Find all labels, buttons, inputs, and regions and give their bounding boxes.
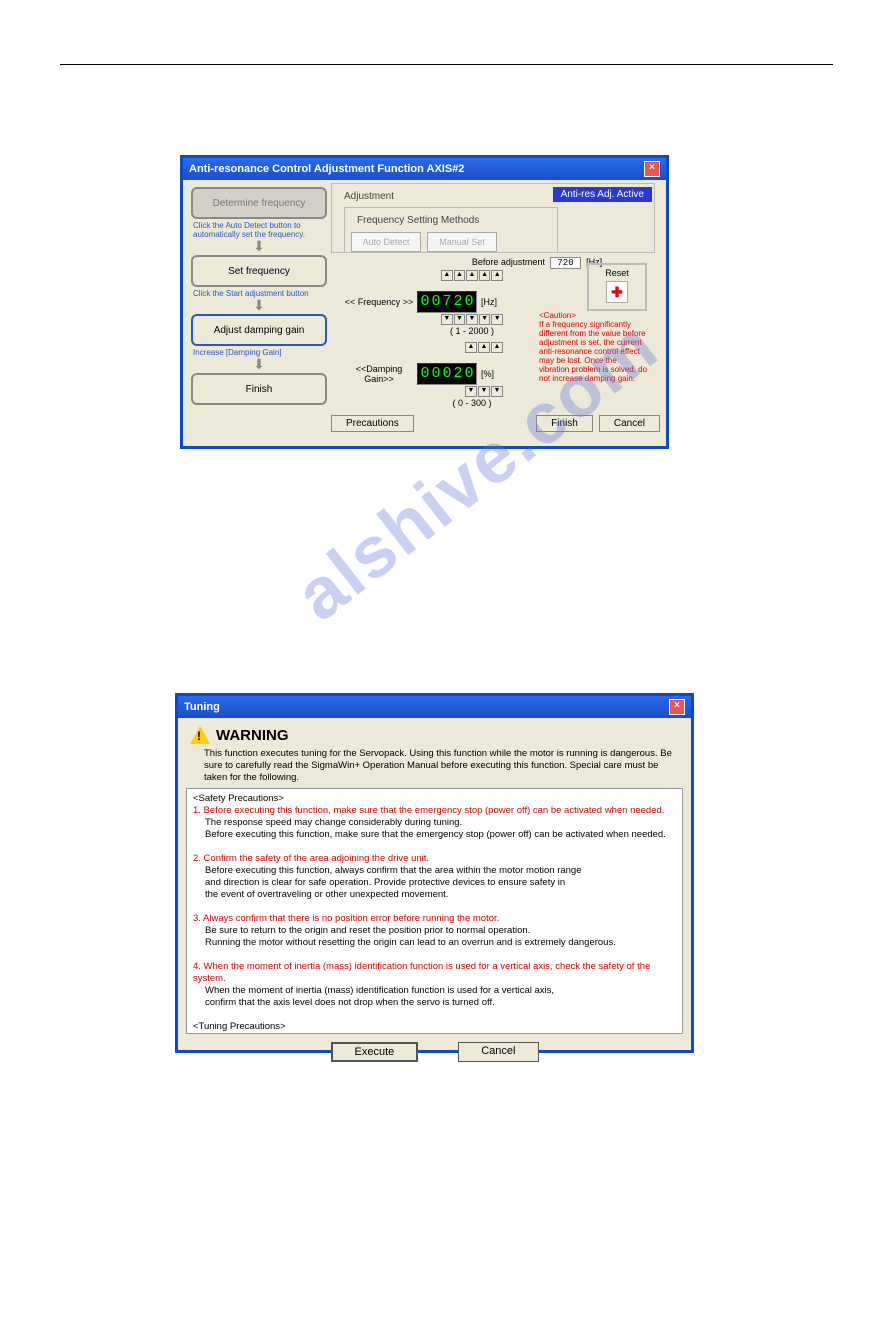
fsm-label: Frequency Setting Methods	[355, 215, 481, 226]
step-finish[interactable]: Finish	[191, 373, 327, 405]
frequency-unit: [Hz]	[481, 297, 497, 307]
damp-up[interactable]: ▲	[491, 342, 503, 353]
window-title: Tuning	[184, 701, 220, 713]
before-value: 720	[550, 257, 580, 269]
caution-text: <Caution> If a frequency significantly d…	[539, 311, 649, 383]
freq-up[interactable]: ▲	[466, 270, 478, 281]
finish-button[interactable]: Finish	[536, 415, 593, 432]
cancel-button[interactable]: Cancel	[458, 1042, 538, 1062]
damping-label: <<Damping Gain>>	[341, 364, 417, 384]
tuning-dialog: Tuning × WARNING This function executes …	[175, 693, 694, 1053]
status-badge: Anti-res Adj. Active	[553, 187, 652, 202]
warning-intro: This function executes tuning for the Se…	[204, 748, 673, 784]
frequency-label: << Frequency >>	[341, 297, 417, 307]
freq-up[interactable]: ▲	[479, 270, 491, 281]
close-icon[interactable]: ×	[644, 161, 660, 177]
damp-down[interactable]: ▼	[478, 386, 490, 397]
close-icon[interactable]: ×	[669, 699, 685, 715]
frequency-range: ( 1 - 2000 )	[441, 326, 503, 336]
arrow-down-icon: ⬇	[191, 300, 327, 310]
reset-button[interactable]: Reset ✚	[587, 263, 647, 311]
arrow-down-icon: ⬇	[191, 241, 327, 251]
manual-set-button[interactable]: Manual Set	[427, 232, 497, 252]
warning-icon	[190, 726, 210, 744]
warning-title: WARNING	[216, 727, 289, 744]
titlebar[interactable]: Anti-resonance Control Adjustment Functi…	[183, 158, 666, 180]
step-adjust-damping[interactable]: Adjust damping gain	[191, 314, 327, 346]
damping-display: 00020	[417, 363, 477, 385]
damping-range: ( 0 - 300 )	[441, 398, 503, 408]
damp-up[interactable]: ▲	[478, 342, 490, 353]
adjustment-group-label: Adjustment	[342, 191, 396, 202]
freq-up[interactable]: ▲	[491, 270, 503, 281]
freq-down[interactable]: ▼	[441, 314, 453, 325]
cancel-button[interactable]: Cancel	[599, 415, 660, 432]
precautions-button[interactable]: Precautions	[331, 415, 414, 432]
wizard-steps: Determine frequency Click the Auto Detec…	[191, 183, 327, 405]
damping-unit: [%]	[481, 369, 494, 379]
freq-down[interactable]: ▼	[491, 314, 503, 325]
window-title: Anti-resonance Control Adjustment Functi…	[189, 163, 464, 175]
step-set-frequency[interactable]: Set frequency	[191, 255, 327, 287]
anti-resonance-dialog: Anti-resonance Control Adjustment Functi…	[180, 155, 669, 449]
damp-down[interactable]: ▼	[491, 386, 503, 397]
freq-down[interactable]: ▼	[454, 314, 466, 325]
execute-button[interactable]: Execute	[331, 1042, 419, 1062]
auto-detect-button[interactable]: Auto Detect	[351, 232, 421, 252]
damp-down[interactable]: ▼	[465, 386, 477, 397]
titlebar[interactable]: Tuning ×	[178, 696, 691, 718]
freq-down[interactable]: ▼	[479, 314, 491, 325]
freq-up[interactable]: ▲	[454, 270, 466, 281]
freq-down[interactable]: ▼	[466, 314, 478, 325]
reset-icon: ✚	[606, 281, 628, 303]
precautions-box: <Safety Precautions> 1. Before executing…	[186, 788, 683, 1034]
damp-up[interactable]: ▲	[465, 342, 477, 353]
step-determine-frequency[interactable]: Determine frequency	[191, 187, 327, 219]
freq-up[interactable]: ▲	[441, 270, 453, 281]
arrow-down-icon: ⬇	[191, 359, 327, 369]
step1-note: Click the Auto Detect button to automati…	[193, 221, 327, 239]
frequency-display: 00720	[417, 291, 477, 313]
